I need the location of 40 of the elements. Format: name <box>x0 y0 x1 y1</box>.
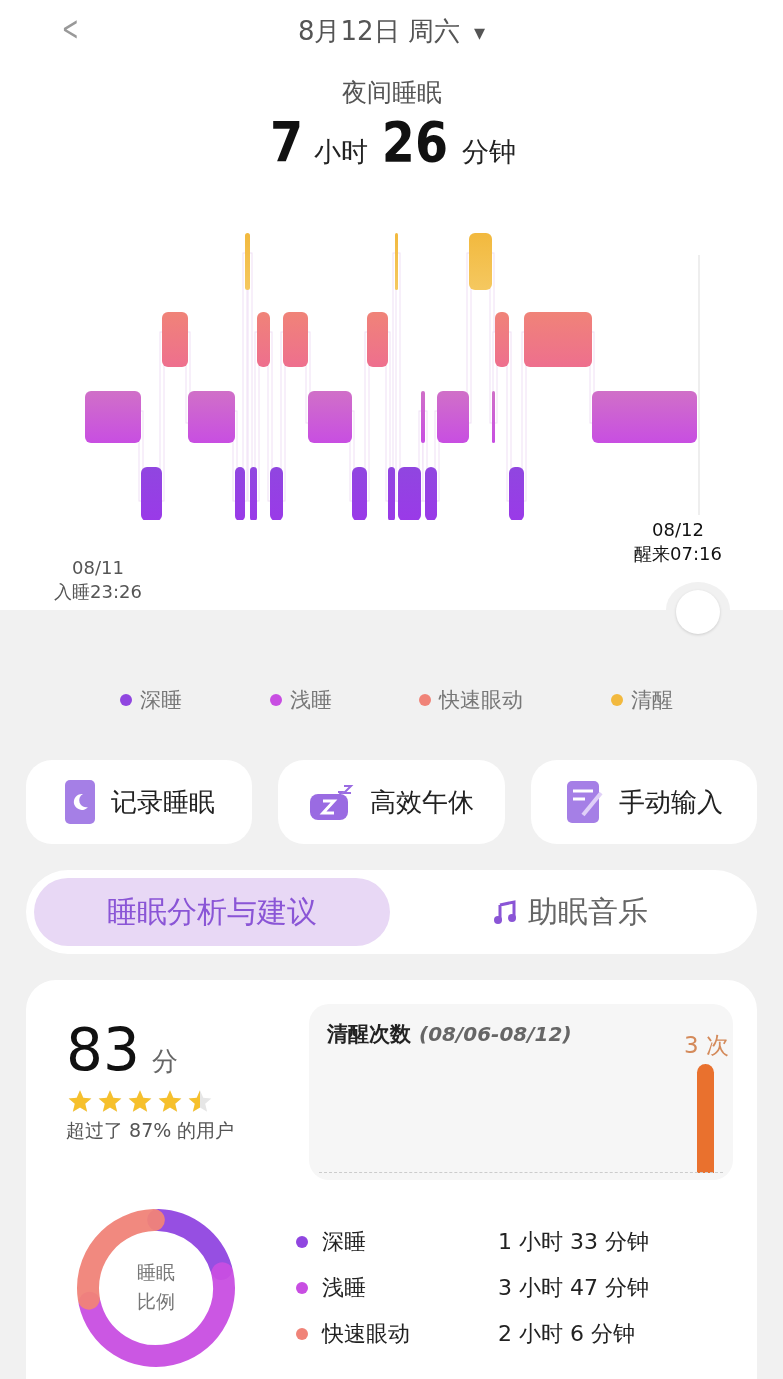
star-icon <box>126 1088 154 1114</box>
action-button[interactable]: 手动输入 <box>530 760 757 844</box>
minutes-unit: 分钟 <box>461 135 516 169</box>
note-pencil-icon <box>564 779 605 825</box>
start-time: 入睡23:26 <box>54 580 142 604</box>
legend-label: 清醒 <box>631 687 674 714</box>
summary-label: 夜间睡眠 <box>340 77 443 109</box>
star-icon <box>156 1088 184 1114</box>
legend-label: 浅睡 <box>289 687 332 714</box>
action-button[interactable]: 记录睡眠 <box>26 760 253 844</box>
donut-center-label: 睡眠比例 <box>136 1260 176 1314</box>
star-icon <box>186 1088 214 1114</box>
end-date: 08/12 <box>652 518 704 542</box>
end-time: 醒来07:16 <box>634 542 722 566</box>
stage-duration: 1 小时 33 分钟 <box>498 1228 649 1256</box>
stage-duration: 3 小时 47 分钟 <box>498 1274 649 1302</box>
bar-reading: 3 次 <box>684 1031 729 1060</box>
music-note-icon <box>491 899 518 925</box>
hours-unit: 小时 <box>314 135 368 169</box>
stage-label: 深睡 <box>322 1228 367 1256</box>
date-picker[interactable]: 8月12日 周六 ▾ <box>297 13 486 49</box>
awake-chart-range: (08/06-08/12) <box>419 1022 572 1046</box>
legend-label: 快速眼动 <box>439 687 524 714</box>
legend-label: 深睡 <box>139 687 182 714</box>
percentile-text: 超过了 87% 的用户 <box>66 1118 235 1143</box>
hours-value: 7 <box>269 109 304 175</box>
tab[interactable]: 睡眠分析与建议 <box>34 878 390 946</box>
score-value: 83 <box>66 1018 140 1082</box>
star-icon <box>96 1088 124 1114</box>
stage-label: 浅睡 <box>322 1274 367 1302</box>
start-date: 08/11 <box>72 556 124 580</box>
phone-moon-icon <box>63 779 98 825</box>
star-icon <box>66 1088 94 1114</box>
action-button[interactable]: 高效午休 <box>278 760 505 844</box>
minutes-value: 26 <box>381 109 449 175</box>
stage-label: 快速眼动 <box>322 1320 411 1348</box>
tab[interactable]: 助眠音乐 <box>390 878 749 946</box>
score-unit: 分 <box>151 1045 178 1078</box>
awake-chart-title: 清醒次数 <box>327 1021 411 1048</box>
stage-duration: 2 小时 6 分钟 <box>498 1320 635 1348</box>
